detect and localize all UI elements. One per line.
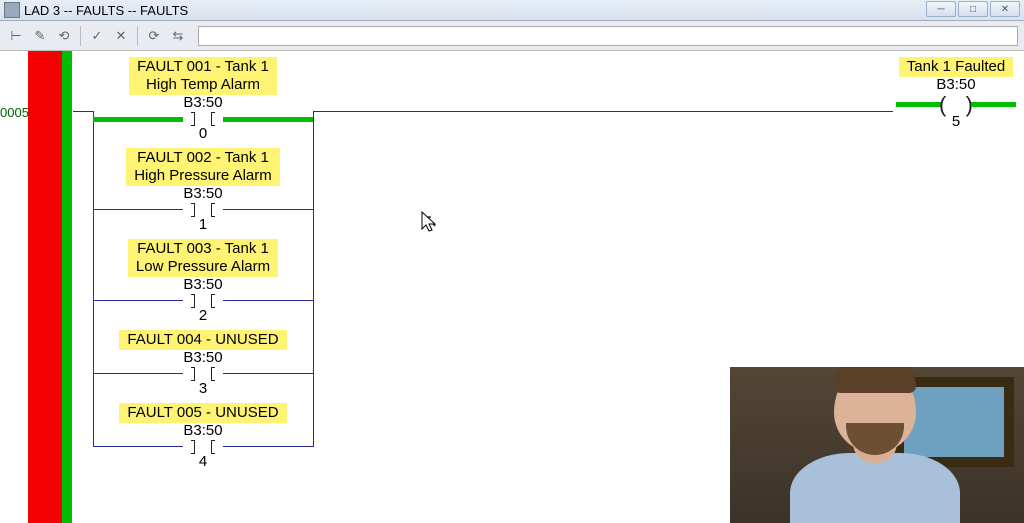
instr-addr: B3:50 (183, 95, 222, 112)
instr-desc: FAULT 004 - UNUSED (119, 330, 286, 350)
app-icon (4, 2, 20, 18)
ladder-icon[interactable]: ⊢ (6, 26, 26, 46)
verify-icon[interactable]: ✓ (87, 26, 107, 46)
xic-symbol (93, 203, 313, 217)
xic-instruction[interactable]: FAULT 005 - UNUSED B3:50 4 (93, 403, 313, 470)
output-bit: 5 (952, 114, 960, 131)
xic-symbol (93, 367, 313, 381)
xic-instruction[interactable]: FAULT 004 - UNUSED B3:50 3 (93, 330, 313, 397)
instr-desc: FAULT 003 - Tank 1Low Pressure Alarm (128, 239, 278, 277)
window-title: LAD 3 -- FAULTS -- FAULTS (24, 3, 188, 18)
toolbar: ⊢ ✎ ⟲ ✓ ✕ ⟳ ⇆ (0, 21, 1024, 51)
xic-symbol (93, 294, 313, 308)
output-desc: Tank 1 Faulted (899, 57, 1013, 77)
power-rail-red (28, 51, 62, 523)
undo-icon[interactable]: ⟲ (54, 26, 74, 46)
xic-symbol (93, 440, 313, 454)
instr-addr: B3:50 (183, 350, 222, 367)
address-input[interactable] (198, 26, 1018, 46)
power-rail-green (62, 51, 72, 523)
instr-desc: FAULT 001 - Tank 1High Temp Alarm (129, 57, 277, 95)
window-minimize-button[interactable]: ─ (926, 1, 956, 17)
instr-desc: FAULT 005 - UNUSED (119, 403, 286, 423)
rung-number: 0005 (0, 105, 28, 120)
output-coil[interactable]: Tank 1 Faulted B3:50 ( ) 5 (896, 57, 1016, 130)
window-maximize-button[interactable]: □ (958, 1, 988, 17)
xic-instruction[interactable]: FAULT 002 - Tank 1High Pressure Alarm B3… (93, 148, 313, 233)
instr-addr: B3:50 (183, 423, 222, 440)
edit-icon[interactable]: ✎ (30, 26, 50, 46)
cursor-icon-svg (421, 211, 439, 233)
xic-instruction[interactable]: FAULT 003 - Tank 1Low Pressure Alarm B3:… (93, 239, 313, 324)
swap-icon[interactable]: ⇆ (168, 26, 188, 46)
window-close-button[interactable]: ✕ (990, 1, 1020, 17)
instr-bit: 1 (199, 217, 207, 234)
xic-symbol (93, 112, 313, 126)
refresh-icon[interactable]: ⟳ (144, 26, 164, 46)
instr-bit: 2 (199, 308, 207, 325)
xic-instruction[interactable]: FAULT 001 - Tank 1High Temp Alarm B3:50 … (93, 57, 313, 142)
instr-desc: FAULT 002 - Tank 1High Pressure Alarm (126, 148, 280, 186)
delete-icon[interactable]: ✕ (111, 26, 131, 46)
instr-addr: B3:50 (183, 186, 222, 203)
instr-addr: B3:50 (183, 277, 222, 294)
webcam-overlay (730, 367, 1024, 523)
instr-bit: 0 (199, 126, 207, 143)
presenter-figure (790, 383, 960, 523)
instr-bit: 3 (199, 381, 207, 398)
instr-bit: 4 (199, 454, 207, 471)
